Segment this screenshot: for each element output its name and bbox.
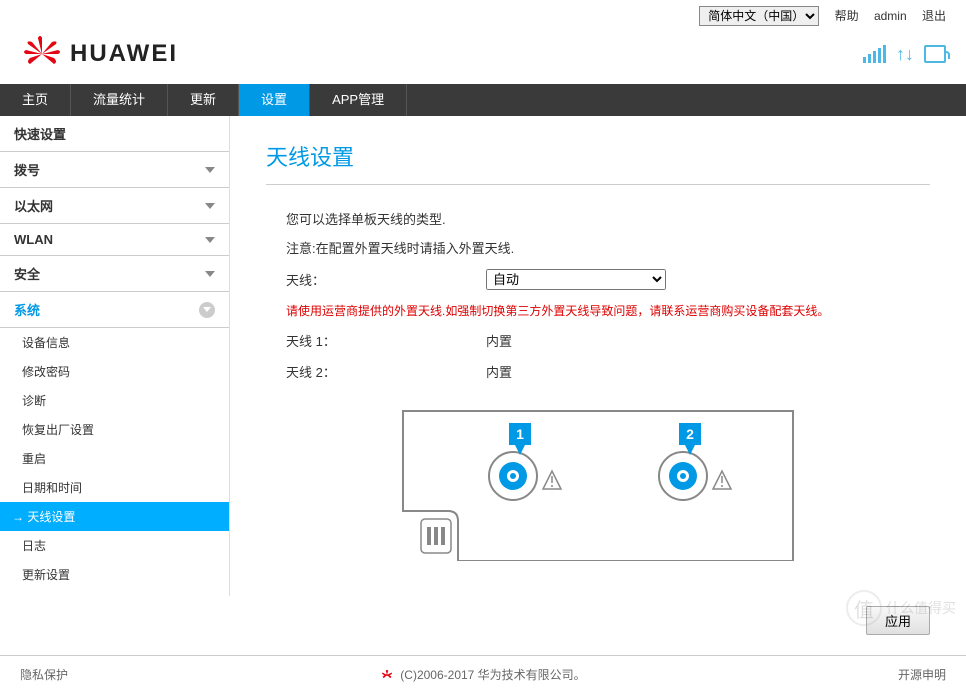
antenna-select-row: 天线： 自动	[286, 269, 910, 290]
main-panel: 天线设置 您可以选择单板天线的类型. 注意:在配置外置天线时请插入外置天线. 天…	[230, 116, 966, 596]
apply-row: 应用	[0, 596, 966, 645]
signal-icon	[863, 45, 886, 63]
help-link[interactable]: 帮助	[835, 9, 859, 23]
chevron-down-icon	[199, 302, 215, 318]
sidebar-group-system[interactable]: 系统	[0, 292, 229, 328]
sidebar-group-security[interactable]: 安全	[0, 256, 229, 292]
sidebar-label: WLAN	[14, 232, 53, 247]
page-title: 天线设置	[266, 140, 930, 185]
warning-text: 请使用运营商提供的外置天线.如强制切换第三方外置天线导致问题，请联系运营商购买设…	[286, 302, 910, 319]
sidebar-item-log[interactable]: 日志	[0, 531, 229, 560]
chevron-down-icon	[205, 237, 215, 243]
sidebar-item-factory-reset[interactable]: 恢复出厂设置	[0, 415, 229, 444]
antenna2-label: 天线 2：	[286, 362, 486, 381]
antenna2-row: 天线 2： 内置	[286, 362, 910, 381]
data-transfer-icon: ↑↓	[896, 44, 914, 65]
sidebar-label: 以太网	[14, 196, 53, 215]
nav-update[interactable]: 更新	[168, 84, 239, 116]
nav-traffic[interactable]: 流量统计	[71, 84, 168, 116]
nav-home[interactable]: 主页	[0, 84, 71, 116]
sidebar-label: 拨号	[14, 160, 40, 179]
sidebar-label: 快速设置	[14, 124, 66, 143]
brand-text: HUAWEI	[70, 40, 178, 68]
chevron-down-icon	[205, 271, 215, 277]
sidebar-group-dial[interactable]: 拨号	[0, 152, 229, 188]
antenna-label: 天线：	[286, 270, 486, 289]
antenna-diagram: 1 2	[383, 401, 813, 561]
sidebar-label: 系统	[14, 300, 40, 319]
status-icons: ↑↓	[863, 44, 946, 65]
sidebar-item-diagnostics[interactable]: 诊断	[0, 386, 229, 415]
description-1: 您可以选择单板天线的类型.	[286, 209, 910, 228]
copyright-text: (C)2006-2017 华为技术有限公司。	[400, 666, 585, 683]
sidebar-item-update-settings[interactable]: 更新设置	[0, 560, 229, 589]
opensource-link[interactable]: 开源申明	[898, 666, 946, 683]
svg-text:2: 2	[686, 426, 694, 442]
logo-row: HUAWEI ↑↓	[0, 32, 966, 84]
antenna1-row: 天线 1： 内置	[286, 331, 910, 350]
sidebar-item-reboot[interactable]: 重启	[0, 444, 229, 473]
sidebar-group-quick[interactable]: 快速设置	[0, 116, 229, 152]
main-nav: 主页 流量统计 更新 设置 APP管理	[0, 84, 966, 116]
chevron-down-icon	[205, 167, 215, 173]
sidebar: 快速设置 拨号 以太网 WLAN 安全 系统 设备信息 修改密码 诊断 恢复出厂…	[0, 116, 230, 596]
sidebar-item-change-password[interactable]: 修改密码	[0, 357, 229, 386]
antenna1-value: 内置	[486, 331, 512, 350]
sidebar-item-device-info[interactable]: 设备信息	[0, 328, 229, 357]
huawei-logo-icon-small	[380, 668, 394, 682]
sidebar-item-antenna[interactable]: 天线设置	[0, 502, 229, 531]
svg-text:1: 1	[516, 426, 524, 442]
sidebar-item-datetime[interactable]: 日期和时间	[0, 473, 229, 502]
antenna2-value: 内置	[486, 362, 512, 381]
logo: HUAWEI	[20, 32, 178, 76]
apply-button[interactable]: 应用	[866, 606, 930, 635]
sidebar-group-ethernet[interactable]: 以太网	[0, 188, 229, 224]
logout-link[interactable]: 退出	[922, 9, 946, 23]
nav-settings[interactable]: 设置	[239, 84, 310, 116]
user-link[interactable]: admin	[874, 9, 907, 23]
language-select[interactable]: 简体中文（中国）	[699, 6, 819, 26]
huawei-logo-icon	[20, 32, 64, 76]
antenna1-label: 天线 1：	[286, 331, 486, 350]
antenna-select[interactable]: 自动	[486, 269, 666, 290]
description-2: 注意:在配置外置天线时请插入外置天线.	[286, 238, 910, 257]
footer: 隐私保护 (C)2006-2017 华为技术有限公司。 开源申明	[0, 655, 966, 693]
footer-center: (C)2006-2017 华为技术有限公司。	[380, 666, 585, 683]
sidebar-group-wlan[interactable]: WLAN	[0, 224, 229, 256]
nav-app[interactable]: APP管理	[310, 84, 407, 116]
content: 快速设置 拨号 以太网 WLAN 安全 系统 设备信息 修改密码 诊断 恢复出厂…	[0, 116, 966, 596]
monitor-icon	[924, 45, 946, 63]
top-bar: 简体中文（中国） 帮助 admin 退出	[0, 0, 966, 32]
chevron-down-icon	[205, 203, 215, 209]
privacy-link[interactable]: 隐私保护	[20, 666, 68, 683]
sidebar-label: 安全	[14, 264, 40, 283]
